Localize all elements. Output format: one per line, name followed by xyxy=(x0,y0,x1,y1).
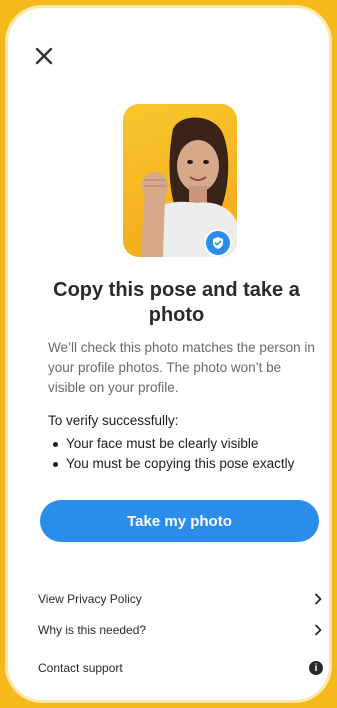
app-frame: Copy this pose and take a photo We’ll ch… xyxy=(0,0,337,708)
verify-requirements-title: To verify successfully: xyxy=(48,413,179,428)
contact-support-label: Contact support xyxy=(38,661,123,675)
why-needed-label: Why is this needed? xyxy=(38,623,147,637)
close-button[interactable] xyxy=(32,44,56,68)
info-icon: i xyxy=(309,661,323,675)
take-photo-button[interactable]: Take my photo xyxy=(40,500,319,542)
requirement-item: Your face must be clearly visible xyxy=(48,434,328,454)
why-needed-link[interactable]: Why is this needed? xyxy=(38,618,323,642)
chevron-right-icon xyxy=(315,624,322,636)
requirement-item: You must be copying this pose exactly xyxy=(48,454,328,474)
contact-support-link[interactable]: Contact support i xyxy=(38,656,323,680)
close-icon xyxy=(35,47,53,65)
verified-badge xyxy=(204,229,232,257)
privacy-policy-link[interactable]: View Privacy Policy xyxy=(38,587,323,611)
requirements-list: Your face must be clearly visible You mu… xyxy=(48,434,328,474)
description-text: We’ll check this photo matches the perso… xyxy=(48,340,315,395)
privacy-policy-label: View Privacy Policy xyxy=(38,592,142,606)
page-title: Copy this pose and take a photo xyxy=(53,279,300,326)
shield-check-icon xyxy=(213,237,223,249)
chevron-right-icon xyxy=(315,593,322,605)
verification-modal: Copy this pose and take a photo We’ll ch… xyxy=(8,8,329,700)
